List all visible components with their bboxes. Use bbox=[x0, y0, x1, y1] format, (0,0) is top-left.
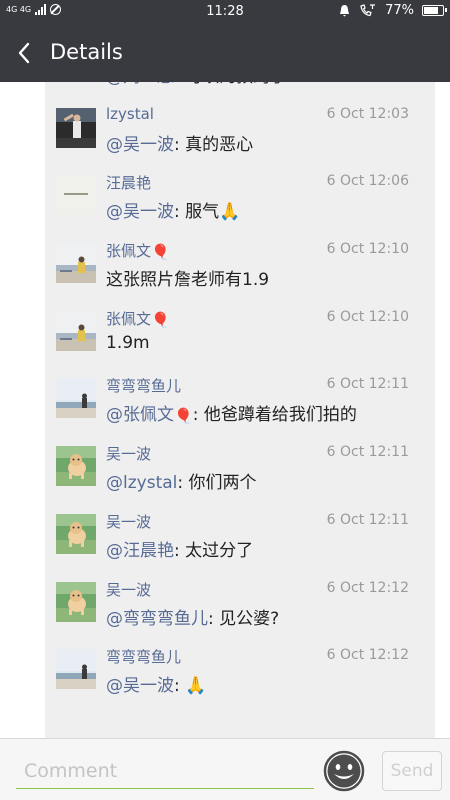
comment-timestamp: 6 Oct 12:10 bbox=[326, 308, 409, 325]
commenter-name[interactable]: lzystal bbox=[106, 105, 154, 123]
comment-item[interactable]: 吴一波 6 Oct 12:11 @lzystal: 你们两个 bbox=[45, 431, 435, 499]
mention-link[interactable]: @吴一波 bbox=[106, 135, 174, 155]
comment-item[interactable]: 吴一波 6 Oct 12:12 @弯弯弯鱼儿: 见公婆? bbox=[45, 567, 435, 635]
balloon-icon: 🎈 bbox=[151, 310, 170, 329]
comment-timestamp: 6 Oct 12:11 bbox=[326, 511, 409, 528]
comment-body: 这张照片詹老师有1.9 bbox=[106, 270, 270, 291]
comment-body: : bbox=[174, 676, 186, 697]
commenter-name-text: 汪晨艳 bbox=[106, 174, 152, 193]
comment-list: 弯弯弯鱼儿6 Oct 12:01@刘一蒽: 可以的预约了! lzystal 6 Oc… bbox=[45, 82, 435, 702]
comment-body: : 见公婆? bbox=[208, 608, 280, 629]
commenter-name[interactable]: 张佩文🎈 bbox=[106, 240, 170, 261]
page-title: Details bbox=[50, 40, 123, 64]
comment-text: @lzystal: 你们两个 bbox=[106, 468, 257, 493]
commenter-name-text: lzystal bbox=[106, 104, 154, 123]
praying-hands-emoji-icon: 🙏 bbox=[185, 676, 207, 697]
comment-input[interactable] bbox=[16, 753, 314, 789]
commenter-name[interactable]: 弯弯弯鱼儿 bbox=[106, 375, 181, 396]
commenter-name[interactable]: 汪晨艳 bbox=[106, 172, 151, 193]
avatar[interactable] bbox=[56, 446, 96, 487]
app-header: Details bbox=[0, 24, 450, 82]
emoji-icon[interactable] bbox=[323, 750, 365, 792]
comment-composer: Send bbox=[0, 738, 450, 800]
commenter-name-text: 吴一波 bbox=[106, 580, 152, 599]
comment-item[interactable]: 张佩文🎈 6 Oct 12:10 这张照片詹老师有1.9 bbox=[45, 228, 435, 296]
comment-text: @吴一波: 服气🙏 bbox=[106, 197, 240, 222]
mention-link[interactable]: @张佩文 bbox=[106, 405, 174, 425]
avatar[interactable] bbox=[56, 243, 96, 284]
mention-link[interactable]: @lzystal bbox=[106, 473, 177, 493]
battery-icon bbox=[422, 5, 447, 16]
status-bar: 4G 4G 11:28 77% bbox=[0, 0, 450, 24]
comment-body: : 他爸蹲着给我们拍的 bbox=[192, 405, 357, 426]
comment-item[interactable]: 弯弯弯鱼儿 6 Oct 12:12 @吴一波: 🙏 bbox=[45, 634, 435, 702]
commenter-name-text: 吴一波 bbox=[106, 512, 152, 531]
comment-timestamp: 6 Oct 12:06 bbox=[326, 173, 409, 190]
comment-text: @汪晨艳: 太过分了 bbox=[106, 536, 253, 561]
comment-item[interactable]: lzystal 6 Oct 12:03 @吴一波: 真的恶心 bbox=[45, 93, 435, 161]
comment-body: : 可以的预约了! bbox=[174, 82, 294, 87]
comment-text: 这张照片詹老师有1.9 bbox=[106, 265, 269, 290]
balloon-icon: 🎈 bbox=[151, 243, 170, 262]
comment-text: @吴一波: 🙏 bbox=[106, 671, 206, 696]
comment-item[interactable]: 张佩文🎈 6 Oct 12:10 1.9m bbox=[45, 296, 435, 364]
mention-link[interactable]: @刘一蒽 bbox=[106, 82, 174, 87]
back-arrow-icon[interactable] bbox=[14, 37, 38, 69]
comment-body: : 太过分了 bbox=[174, 540, 254, 561]
commenter-name[interactable]: 吴一波 bbox=[106, 579, 151, 600]
alarm-icon bbox=[340, 5, 350, 17]
mention-link[interactable]: @弯弯弯鱼儿 bbox=[106, 609, 208, 629]
comment-item[interactable]: 吴一波 6 Oct 12:11 @汪晨艳: 太过分了 bbox=[45, 499, 435, 567]
comment-body: : 真的恶心 bbox=[174, 134, 254, 155]
comment-timestamp: 6 Oct 12:10 bbox=[326, 241, 409, 258]
commenter-name-text: 吴一波 bbox=[106, 445, 152, 464]
comment-item[interactable]: 汪晨艳 6 Oct 12:06 @吴一波: 服气🙏 bbox=[45, 160, 435, 228]
comment-text: 1.9m bbox=[106, 333, 150, 353]
mention-link[interactable]: @吴一波 bbox=[106, 676, 174, 696]
comment-timestamp: 6 Oct 12:11 bbox=[326, 376, 409, 393]
volte-call-icon bbox=[360, 4, 376, 17]
avatar[interactable] bbox=[56, 581, 96, 622]
comment-text: @弯弯弯鱼儿: 见公婆? bbox=[106, 604, 279, 629]
mention-link[interactable]: @吴一波 bbox=[106, 202, 174, 222]
comment-text: @刘一蒽: 可以的预约了! bbox=[106, 82, 294, 87]
comment-timestamp: 6 Oct 12:03 bbox=[326, 105, 409, 122]
praying-hands-emoji-icon: 🙏 bbox=[219, 202, 241, 223]
comment-item[interactable]: 弯弯弯鱼儿 6 Oct 12:11 @张佩文🎈: 他爸蹲着给我们拍的 bbox=[45, 363, 435, 431]
commenter-name-text: 弯弯弯鱼儿 bbox=[106, 377, 182, 396]
avatar[interactable] bbox=[56, 649, 96, 690]
commenter-name-text: 张佩文 bbox=[106, 242, 152, 261]
commenter-name-text: 张佩文 bbox=[106, 309, 152, 328]
comment-body: : 服气 bbox=[174, 202, 220, 223]
comment-timestamp: 6 Oct 12:11 bbox=[326, 444, 409, 461]
commenter-name[interactable]: 吴一波 bbox=[106, 511, 151, 532]
avatar[interactable] bbox=[56, 378, 96, 419]
comment-body: : 你们两个 bbox=[177, 473, 257, 494]
comment-body: 1.9m bbox=[106, 332, 150, 353]
comment-timestamp: 6 Oct 12:12 bbox=[326, 579, 409, 596]
comment-text: @吴一波: 真的恶心 bbox=[106, 130, 253, 155]
avatar[interactable] bbox=[56, 175, 96, 216]
avatar[interactable] bbox=[56, 310, 96, 351]
mention-link[interactable]: @汪晨艳 bbox=[106, 541, 174, 561]
avatar[interactable] bbox=[56, 107, 96, 148]
commenter-name[interactable]: 张佩文🎈 bbox=[106, 308, 170, 329]
send-button[interactable]: Send bbox=[382, 751, 442, 791]
comment-feed[interactable]: 弯弯弯鱼儿6 Oct 12:01@刘一蒽: 可以的预约了! lzystal 6 Oc… bbox=[0, 82, 450, 738]
commenter-name-text: 弯弯弯鱼儿 bbox=[106, 648, 182, 667]
avatar[interactable] bbox=[56, 513, 96, 554]
comment-item[interactable]: 弯弯弯鱼儿6 Oct 12:01@刘一蒽: 可以的预约了! bbox=[45, 82, 435, 93]
commenter-name[interactable]: 弯弯弯鱼儿 bbox=[106, 646, 181, 667]
battery-percent: 77% bbox=[385, 3, 414, 18]
commenter-name[interactable]: 吴一波 bbox=[106, 443, 151, 464]
comment-text: @张佩文🎈: 他爸蹲着给我们拍的 bbox=[106, 400, 357, 425]
comment-timestamp: 6 Oct 12:12 bbox=[326, 647, 409, 664]
balloon-icon: 🎈 bbox=[174, 407, 193, 426]
